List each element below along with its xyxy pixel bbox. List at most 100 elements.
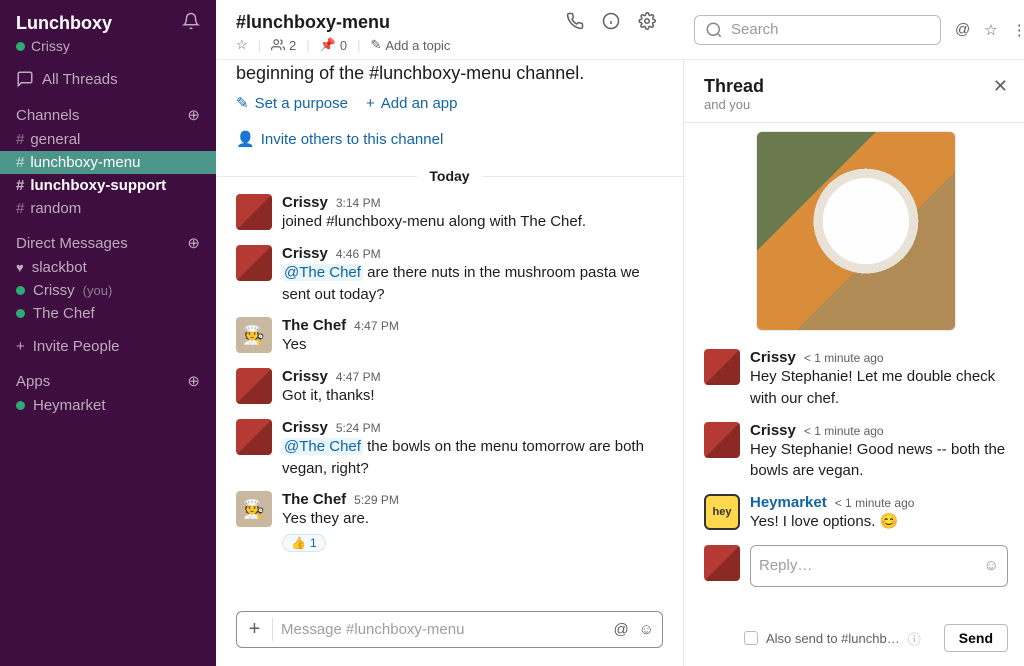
thread-subtitle: and you: [704, 97, 764, 112]
hash-icon: #: [16, 131, 24, 148]
center-column: beginning of the #lunchboxy-menu channel…: [216, 60, 684, 666]
notifications-icon[interactable]: [182, 12, 200, 34]
mentions-icon[interactable]: @: [955, 21, 970, 38]
hash-icon: #: [16, 154, 24, 171]
mention[interactable]: @The Chef: [282, 438, 363, 455]
star-items-icon[interactable]: ☆: [984, 21, 997, 39]
thread-composer[interactable]: ☺: [750, 545, 1008, 587]
message[interactable]: Crissy5:24 PM @The Chef the bowls on the…: [236, 413, 663, 486]
channel-lunchboxy-support[interactable]: #lunchboxy-support: [0, 174, 216, 197]
channel-lunchboxy-menu[interactable]: #lunchboxy-menu: [0, 151, 216, 174]
pin-icon: 📌: [320, 37, 336, 53]
current-user-row[interactable]: Crissy: [0, 38, 216, 66]
pencil-icon: ✎: [236, 94, 249, 112]
top-strip: #lunchboxy-menu ☆| 2| 📌0| ✎Add a topic: [216, 0, 1024, 60]
thread-message[interactable]: hey Heymarket< 1 minute ago Yes! I love …: [704, 488, 1008, 539]
avatar[interactable]: [236, 194, 272, 230]
also-send-label: Also send to #lunchb…: [766, 631, 900, 646]
help-icon[interactable]: ⓘ: [908, 629, 921, 648]
presence-dot-icon: [16, 401, 25, 410]
presence-dot-icon: [16, 309, 25, 318]
dm-section-header[interactable]: Direct Messages ⊕: [0, 220, 216, 256]
also-send-checkbox[interactable]: [744, 631, 758, 645]
message-composer[interactable]: + @ ☺: [236, 611, 663, 648]
channel-intro: beginning of the #lunchboxy-menu channel…: [216, 60, 683, 86]
mention-icon[interactable]: @: [613, 621, 628, 638]
channel-title[interactable]: #lunchboxy-menu: [236, 12, 450, 33]
search-icon: [705, 21, 723, 39]
current-user-name: Crissy: [31, 38, 70, 54]
avatar[interactable]: [236, 419, 272, 455]
close-icon[interactable]: ✕: [993, 76, 1008, 97]
channels-section-header[interactable]: Channels ⊕: [0, 92, 216, 128]
all-threads[interactable]: All Threads: [0, 66, 216, 92]
thumbs-up-icon: 👍: [291, 536, 306, 550]
search-input[interactable]: [731, 21, 930, 38]
more-icon[interactable]: ⋮: [1012, 21, 1024, 39]
send-button[interactable]: Send: [944, 624, 1008, 652]
invite-people[interactable]: +Invite People: [0, 335, 216, 358]
search-box[interactable]: [694, 15, 941, 45]
message-list[interactable]: Crissy3:14 PM joined #lunchboxy-menu alo…: [216, 188, 683, 603]
hash-icon: #: [16, 200, 24, 217]
app-heymarket[interactable]: Heymarket: [0, 394, 216, 417]
reaction[interactable]: 👍1: [282, 534, 326, 552]
hash-icon: #: [16, 177, 24, 194]
avatar[interactable]: 🧑‍🍳: [236, 491, 272, 527]
thread-title: Thread: [704, 76, 764, 97]
thread-panel: Thread and you ✕ Crissy< 1 minute ago He…: [684, 60, 1024, 666]
thread-body[interactable]: Crissy< 1 minute ago Hey Stephanie! Let …: [684, 123, 1024, 620]
star-icon[interactable]: ☆: [236, 37, 248, 53]
message[interactable]: Crissy4:47 PM Got it, thanks!: [236, 362, 663, 413]
thread-image[interactable]: [756, 131, 956, 331]
attach-icon[interactable]: +: [245, 618, 273, 641]
thread-message[interactable]: Crissy< 1 minute ago Hey Stephanie! Let …: [704, 343, 1008, 416]
presence-dot-icon: [16, 286, 25, 295]
message[interactable]: 🧑‍🍳 The Chef4:47 PM Yes: [236, 311, 663, 362]
message[interactable]: 🧑‍🍳 The Chef5:29 PM Yes they are. 👍1: [236, 485, 663, 558]
emoji-icon[interactable]: ☺: [984, 557, 999, 574]
message[interactable]: Crissy4:46 PM @The Chef are there nuts i…: [236, 239, 663, 312]
set-purpose-link[interactable]: ✎Set a purpose: [236, 94, 348, 112]
heart-icon: ♥: [16, 260, 24, 275]
day-divider: Today: [216, 168, 683, 184]
call-icon[interactable]: [566, 12, 584, 34]
add-app-icon[interactable]: ⊕: [187, 372, 200, 390]
avatar[interactable]: [704, 349, 740, 385]
sidebar: Lunchboxy Crissy All Threads Channels ⊕ …: [0, 0, 216, 666]
channel-random[interactable]: #random: [0, 197, 216, 220]
avatar[interactable]: [704, 422, 740, 458]
dm-crissy[interactable]: Crissy (you): [0, 279, 216, 302]
avatar[interactable]: [236, 245, 272, 281]
plus-icon: +: [366, 95, 375, 112]
avatar[interactable]: hey: [704, 494, 740, 530]
apps-section-header[interactable]: Apps ⊕: [0, 358, 216, 394]
invite-others-link[interactable]: 👤Invite others to this channel: [236, 130, 663, 148]
workspace-name[interactable]: Lunchboxy: [16, 13, 112, 34]
pin-count[interactable]: 📌0: [320, 37, 347, 53]
main-area: #lunchboxy-menu ☆| 2| 📌0| ✎Add a topic: [216, 0, 1024, 666]
emoji-icon[interactable]: ☺: [639, 621, 654, 638]
dm-the-chef[interactable]: The Chef: [0, 302, 216, 325]
avatar[interactable]: [236, 368, 272, 404]
add-topic[interactable]: ✎Add a topic: [370, 37, 450, 53]
message[interactable]: Crissy3:14 PM joined #lunchboxy-menu alo…: [236, 188, 663, 239]
pencil-icon: ✎: [370, 37, 381, 53]
info-icon[interactable]: [602, 12, 620, 34]
add-app-link[interactable]: +Add an app: [366, 94, 458, 112]
plus-icon: +: [16, 338, 25, 355]
mention[interactable]: @The Chef: [282, 264, 363, 281]
person-icon: 👤: [236, 130, 255, 148]
thread-message[interactable]: Crissy< 1 minute ago Hey Stephanie! Good…: [704, 416, 1008, 489]
avatar: [704, 545, 740, 581]
dm-slackbot[interactable]: ♥slackbot: [0, 256, 216, 279]
member-count[interactable]: 2: [271, 38, 296, 53]
add-dm-icon[interactable]: ⊕: [187, 234, 200, 252]
settings-icon[interactable]: [638, 12, 656, 34]
presence-dot-icon: [16, 42, 25, 51]
composer-input[interactable]: [281, 621, 605, 638]
channel-general[interactable]: #general: [0, 128, 216, 151]
add-channel-icon[interactable]: ⊕: [187, 106, 200, 124]
thread-reply-input[interactable]: [759, 557, 976, 574]
avatar[interactable]: 🧑‍🍳: [236, 317, 272, 353]
